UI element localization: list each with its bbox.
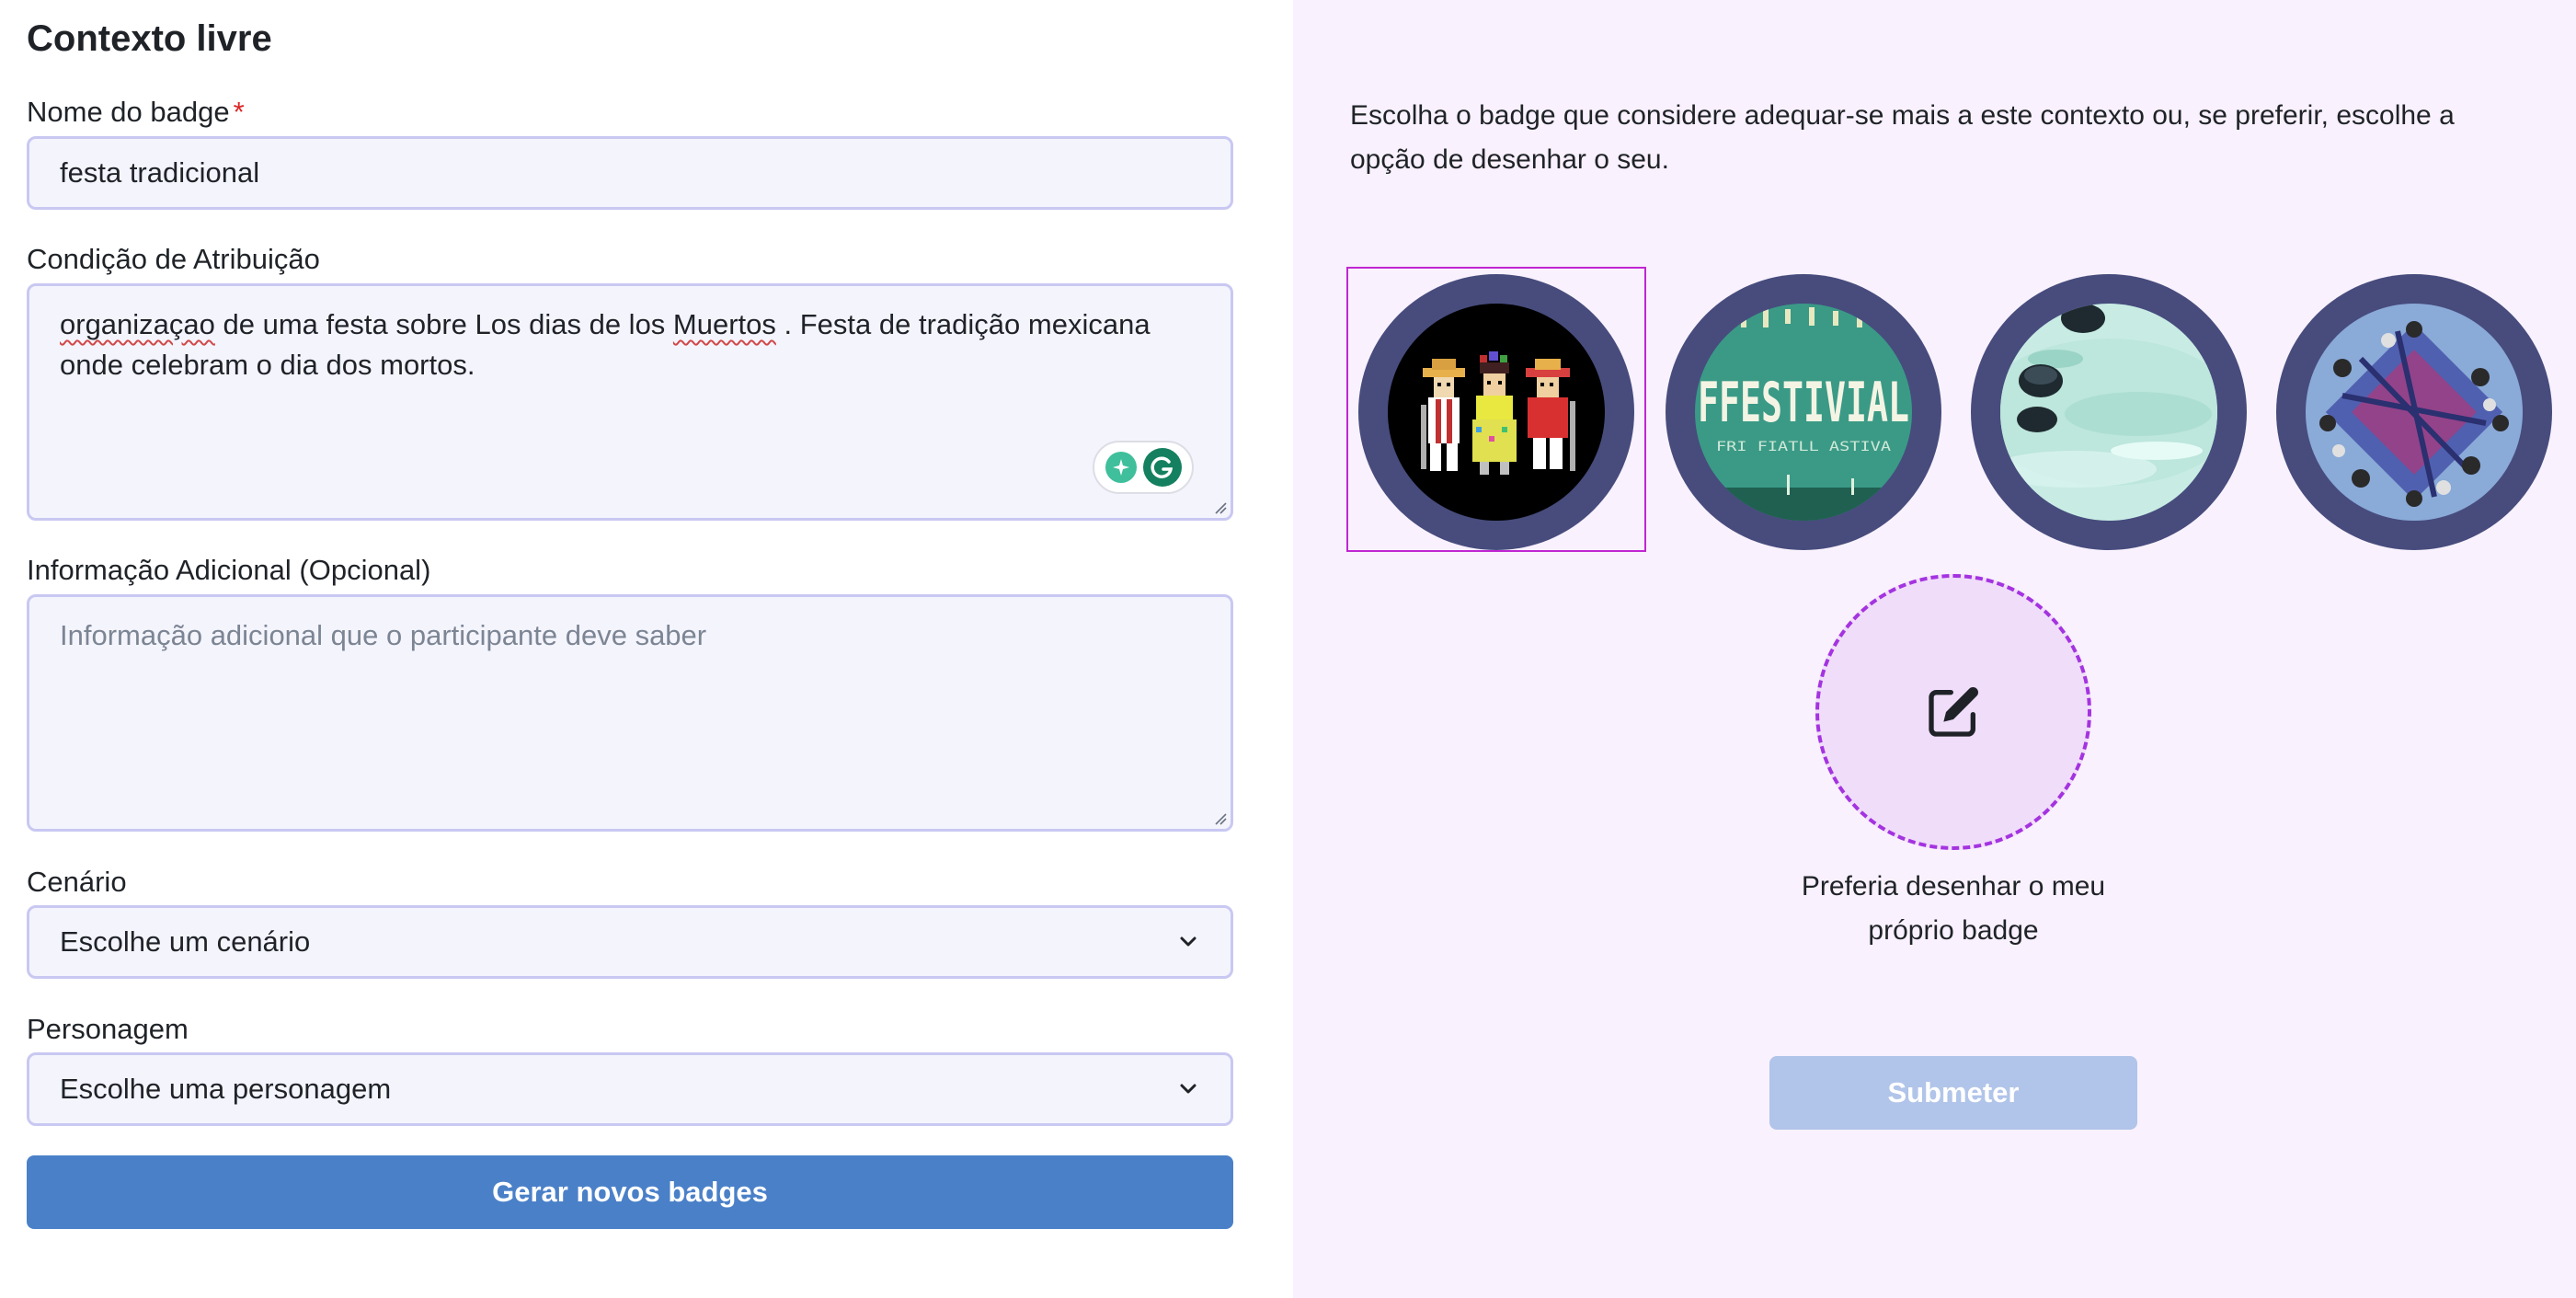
badge-water: [1971, 274, 2247, 550]
badge-name-label-text: Nome do badge: [27, 96, 230, 128]
resize-handle-icon[interactable]: [1212, 810, 1227, 825]
badge-name-label: Nome do badge *: [27, 96, 245, 129]
badge-name-value: festa tradicional: [60, 156, 260, 189]
additional-textarea[interactable]: Informação adicional que o participante …: [27, 594, 1233, 832]
badge-option-1[interactable]: [1346, 267, 1646, 552]
scenario-select[interactable]: Escolhe um cenário: [27, 905, 1233, 979]
character-select[interactable]: Escolhe uma personagem: [27, 1052, 1233, 1126]
badge-option-4[interactable]: [2264, 267, 2564, 552]
scenario-selected: Escolhe um cenário: [60, 925, 311, 958]
grammarly-suggestion-icon[interactable]: [1105, 452, 1137, 483]
badge-dia-de-los-muertos: [1358, 274, 1634, 550]
generate-badges-button[interactable]: Gerar novos badges: [27, 1155, 1233, 1229]
grammarly-widget[interactable]: [1093, 441, 1194, 494]
character-label: Personagem: [27, 1013, 189, 1045]
chevron-down-icon: [1180, 1084, 1196, 1094]
badge-image: [1388, 304, 1605, 521]
additional-label: Informação Adicional (Opcional): [27, 554, 431, 586]
condition-word-2: de uma festa sobre Los dias de los: [214, 308, 673, 340]
badge-form-panel: Contexto livre Nome do badge * festa trad…: [0, 0, 1293, 1298]
grammarly-icon[interactable]: [1142, 448, 1182, 487]
badge-selection-panel: Escolha o badge que considere adequar-se…: [1293, 0, 2576, 1298]
badge-instructions: Escolha o badge que considere adequar-se…: [1350, 100, 2455, 175]
page-title: Contexto livre: [27, 18, 272, 59]
draw-own-badge-label: Preferia desenhar o meu próprio badge: [1801, 871, 2106, 946]
resize-handle-icon[interactable]: [1212, 500, 1227, 514]
condition-word-3: Muertos: [672, 308, 776, 340]
badge-festival: FFESTIVIAL FRI FIATLL ASTIVA: [1666, 274, 1941, 550]
edit-icon: [1929, 687, 1978, 737]
badge-crowd: [2276, 274, 2552, 550]
submit-button[interactable]: Submeter: [1769, 1056, 2137, 1130]
badge-image: [2306, 304, 2523, 521]
condition-label: Condição de Atribuição: [27, 243, 320, 275]
draw-own-badge-button[interactable]: [1815, 574, 2091, 850]
condition-textarea[interactable]: organizaçao de uma festa sobre Los dias …: [27, 283, 1233, 521]
chevron-down-icon: [1180, 936, 1196, 947]
scenario-label: Cenário: [27, 866, 127, 898]
badge-option-3[interactable]: [1959, 267, 2259, 552]
required-mark: *: [233, 96, 245, 128]
additional-placeholder: Informação adicional que o participante …: [60, 619, 707, 651]
festival-badge-subtext: FRI FIATLL ASTIVA: [1716, 440, 1892, 454]
badge-image: FFESTIVIAL FRI FIATLL ASTIVA: [1695, 304, 1912, 521]
condition-word-1: organizaçao: [60, 308, 215, 340]
character-selected: Escolhe uma personagem: [60, 1073, 392, 1105]
festival-badge-text: FFESTIVIAL: [1698, 371, 1909, 435]
badge-name-input[interactable]: festa tradicional: [27, 136, 1233, 210]
badge-option-2[interactable]: FFESTIVIAL FRI FIATLL ASTIVA: [1654, 267, 1953, 552]
badge-image: [2000, 304, 2217, 521]
